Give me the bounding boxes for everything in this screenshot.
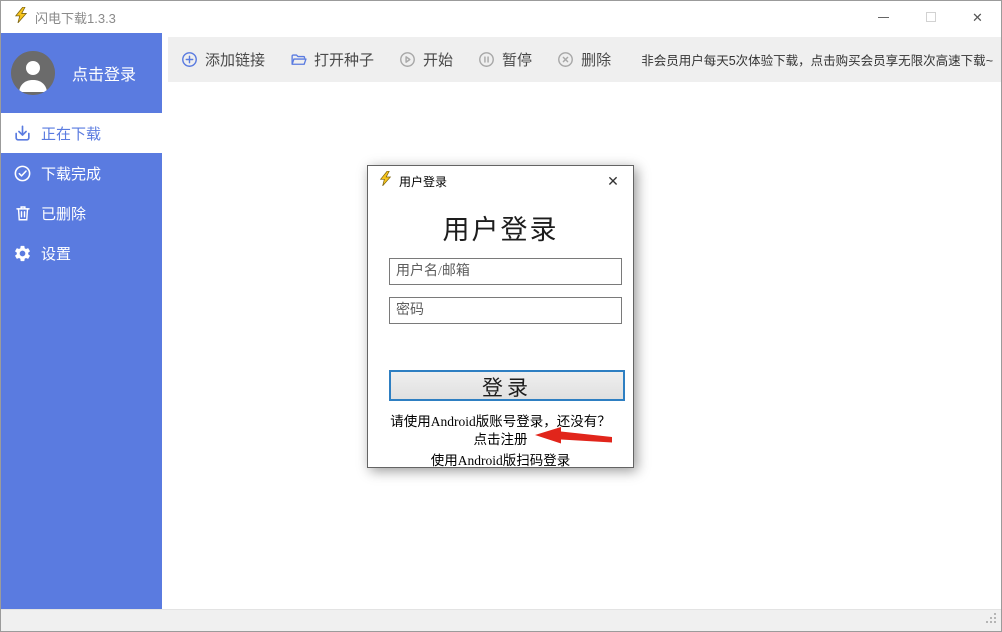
start-button[interactable]: 开始 <box>399 49 453 70</box>
titlebar: 闪电下载1.3.3 ✕ <box>1 1 1001 33</box>
pause-button[interactable]: 暂停 <box>478 49 532 70</box>
qr-login-link[interactable]: 使用Android版扫码登录 <box>368 449 633 469</box>
check-circle-icon <box>13 164 32 183</box>
toolbar-button-label: 暂停 <box>502 49 532 70</box>
delete-icon <box>557 51 574 68</box>
pause-icon <box>478 51 495 68</box>
user-avatar-icon <box>11 51 55 95</box>
resize-grip-icon[interactable] <box>985 612 998 630</box>
sidebar-item-label: 设置 <box>41 243 71 264</box>
sidebar-item-settings[interactable]: 设置 <box>1 233 162 273</box>
toolbar-button-label: 添加链接 <box>205 49 265 70</box>
maximize-button[interactable] <box>907 1 954 33</box>
dialog-title: 用户登录 <box>399 173 447 190</box>
toolbar-button-label: 开始 <box>423 49 453 70</box>
toolbar-button-label: 删除 <box>581 49 611 70</box>
login-dialog: 用户登录 ✕ 用户登录 登录 请使用Android版账号登录，还没有？ 点击注册… <box>367 165 634 468</box>
maximize-icon <box>926 12 936 22</box>
start-icon <box>399 51 416 68</box>
toolbar: 添加链接 打开种子 开始 <box>168 37 1001 82</box>
dialog-close-button[interactable]: ✕ <box>593 166 633 196</box>
toolbar-button-label: 打开种子 <box>314 49 374 70</box>
sidebar-nav: 正在下载 下载完成 已删除 <box>1 113 162 273</box>
open-torrent-button[interactable]: 打开种子 <box>290 49 374 70</box>
register-link[interactable]: 点击注册 <box>474 432 528 447</box>
sidebar-item-deleted[interactable]: 已删除 <box>1 193 162 233</box>
login-submit-button[interactable]: 登录 <box>389 370 625 401</box>
username-input[interactable] <box>389 258 622 285</box>
sidebar-item-label: 下载完成 <box>41 163 101 184</box>
lightning-bolt-icon <box>14 7 28 28</box>
open-torrent-icon <box>290 51 307 68</box>
sidebar-item-label: 正在下载 <box>41 123 101 144</box>
sidebar-item-downloading[interactable]: 正在下载 <box>1 113 162 153</box>
delete-button[interactable]: 删除 <box>557 49 611 70</box>
dialog-heading: 用户登录 <box>368 208 633 247</box>
login-label: 点击登录 <box>72 61 136 85</box>
trash-icon <box>13 204 32 223</box>
sidebar-item-label: 已删除 <box>41 203 86 224</box>
close-button[interactable]: ✕ <box>954 1 1001 33</box>
red-arrow-icon <box>535 426 613 451</box>
download-icon <box>13 124 32 143</box>
password-input[interactable] <box>389 297 622 324</box>
gear-icon <box>13 244 32 263</box>
add-link-button[interactable]: 添加链接 <box>181 49 265 70</box>
sidebar-item-completed[interactable]: 下载完成 <box>1 153 162 193</box>
statusbar <box>1 609 1001 632</box>
add-link-icon <box>181 51 198 68</box>
lightning-bolt-icon <box>379 171 392 191</box>
close-icon: ✕ <box>972 11 983 24</box>
dialog-titlebar: 用户登录 ✕ <box>368 166 633 196</box>
membership-promo-text[interactable]: 非会员用户每天5次体验下载，点击购买会员享无限次高速下载~ <box>641 50 1001 69</box>
sidebar: 点击登录 正在下载 下载完成 <box>1 33 162 609</box>
login-user-panel[interactable]: 点击登录 <box>1 33 162 113</box>
minimize-icon <box>878 17 889 18</box>
app-window: 闪电下载1.3.3 ✕ 点击登录 正在下载 <box>0 0 1002 632</box>
window-title: 闪电下载1.3.3 <box>35 8 116 27</box>
minimize-button[interactable] <box>860 1 907 33</box>
